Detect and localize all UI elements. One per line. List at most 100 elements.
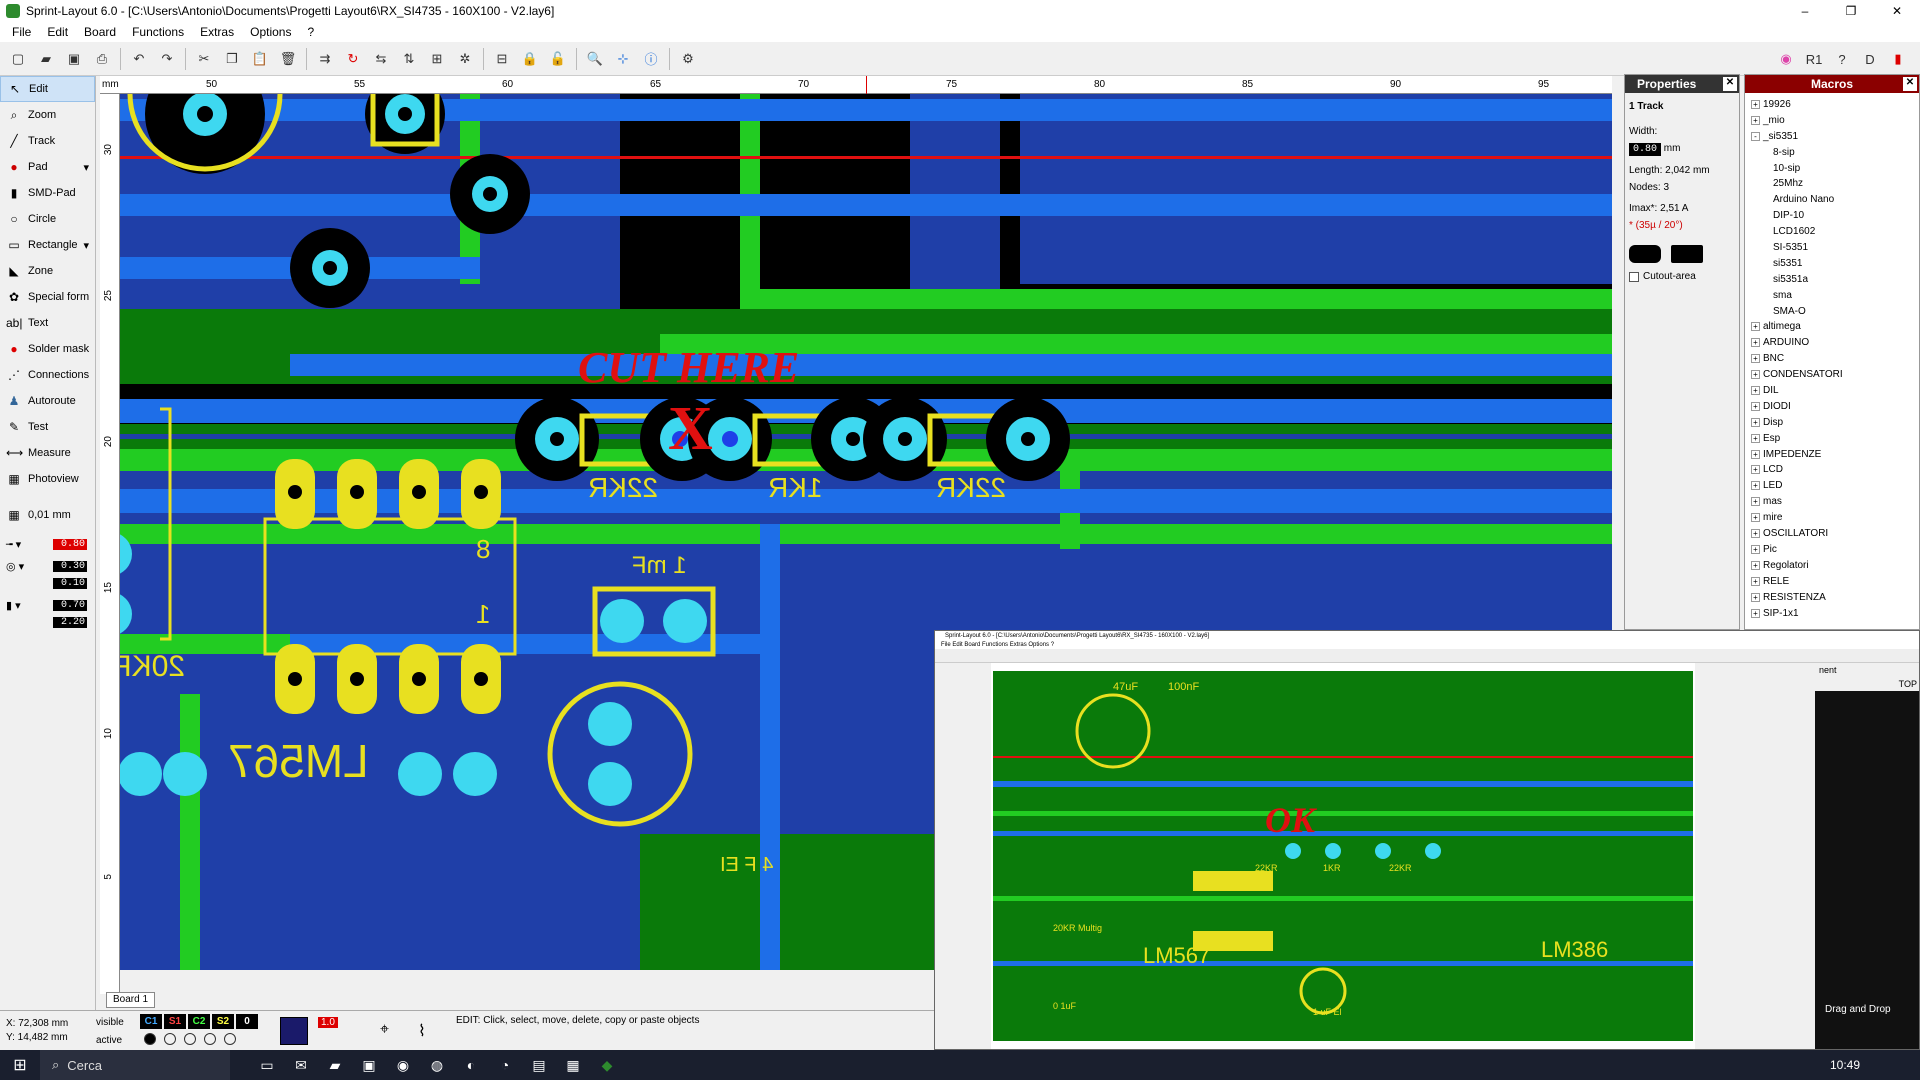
macro-item[interactable]: + DIL xyxy=(1751,383,1919,399)
round-end-button[interactable] xyxy=(1629,245,1661,263)
macro-item[interactable]: + LCD xyxy=(1751,462,1919,478)
layer-c1-button[interactable]: C1 xyxy=(140,1014,162,1029)
macro-item[interactable]: LCD1602 xyxy=(1751,224,1919,240)
expand-icon[interactable]: + xyxy=(1751,338,1760,348)
expand-icon[interactable]: + xyxy=(1751,465,1760,475)
crosshair-icon[interactable]: ⌖ xyxy=(380,1021,389,1039)
zoom-icon[interactable]: 🔍 xyxy=(584,48,606,70)
expand-icon[interactable]: + xyxy=(1751,115,1760,125)
macro-item[interactable]: 10-sip xyxy=(1751,161,1919,177)
mail-app-icon[interactable]: ✉ xyxy=(284,1057,318,1074)
macro-item[interactable]: + DIODI xyxy=(1751,399,1919,415)
expand-icon[interactable]: + xyxy=(1751,513,1760,523)
tool-zone[interactable]: ◣ Zone xyxy=(0,258,95,284)
sprint-layout-taskbar-icon[interactable]: ◆ xyxy=(590,1057,624,1074)
macro-item[interactable]: sma xyxy=(1751,288,1919,304)
macro-item[interactable]: + Esp xyxy=(1751,431,1919,447)
macro-item[interactable]: + RESISTENZA xyxy=(1751,590,1919,606)
macro-item[interactable]: Arduino Nano xyxy=(1751,192,1919,208)
tool-special-form[interactable]: ✿ Special form xyxy=(0,284,95,310)
macro-item[interactable]: +19926 xyxy=(1751,97,1919,113)
minimize-button[interactable]: – xyxy=(1782,0,1828,22)
layer-s2-button[interactable]: S2 xyxy=(212,1014,234,1029)
close-icon[interactable]: ✕ xyxy=(1723,77,1737,91)
expand-icon[interactable]: + xyxy=(1751,544,1760,554)
zoom-value[interactable]: 1.0 xyxy=(318,1017,338,1028)
r1-icon[interactable]: R1 xyxy=(1803,48,1825,70)
macro-item[interactable]: + Regolatori xyxy=(1751,558,1919,574)
tool-solder-mask[interactable]: ● Solder mask xyxy=(0,336,95,362)
expand-icon[interactable]: + xyxy=(1751,497,1760,507)
smd-w-value[interactable]: 0.70 xyxy=(53,599,87,611)
track-width-value[interactable]: 0.80 xyxy=(53,538,87,550)
expand-icon[interactable]: + xyxy=(1751,401,1760,411)
layer-o-button[interactable]: 0 xyxy=(236,1014,258,1029)
rotate-icon[interactable]: ↻ xyxy=(342,48,364,70)
duplicate-icon[interactable]: ⇉ xyxy=(314,48,336,70)
macro-item[interactable]: + altimega xyxy=(1751,319,1919,335)
menu-file[interactable]: File xyxy=(4,25,39,39)
taskbar-search[interactable]: ⌕ Cerca xyxy=(40,1050,230,1080)
close-button[interactable]: ✕ xyxy=(1874,0,1920,22)
smd-h-value[interactable]: 2.20 xyxy=(53,616,87,628)
mirror-horizontal-icon[interactable]: ⇆ xyxy=(370,48,392,70)
cut-icon[interactable]: ✂ xyxy=(193,48,215,70)
settings-gear-icon[interactable]: ⚙ xyxy=(677,48,699,70)
expand-icon[interactable]: + xyxy=(1751,417,1760,427)
align-icon[interactable]: ⊞ xyxy=(426,48,448,70)
macro-item[interactable]: 25Mhz xyxy=(1751,176,1919,192)
expand-icon[interactable]: + xyxy=(1751,608,1760,618)
delete-icon[interactable]: 🗑 xyxy=(277,48,299,70)
redo-icon[interactable]: ↷ xyxy=(156,48,178,70)
macro-item[interactable]: + mas xyxy=(1751,494,1919,510)
grid-setting[interactable]: ▦ 0,01 mm xyxy=(0,502,95,528)
tool-measure[interactable]: ⟷ Measure xyxy=(0,440,95,466)
macro-item[interactable]: + Pic xyxy=(1751,542,1919,558)
macro-item[interactable]: SI-5351 xyxy=(1751,240,1919,256)
solder-icon[interactable]: ◉ xyxy=(1775,48,1797,70)
expand-icon[interactable]: + xyxy=(1751,370,1760,380)
macro-toggle-icon[interactable]: ▮ xyxy=(1887,48,1909,70)
macro-item[interactable]: + IMPEDENZE xyxy=(1751,447,1919,463)
expand-icon[interactable]: + xyxy=(1751,560,1760,570)
board-tab[interactable]: Board 1 xyxy=(106,992,156,1008)
copy-icon[interactable]: ❐ xyxy=(221,48,243,70)
task-view-icon[interactable]: ▭ xyxy=(250,1057,284,1074)
firefox-icon[interactable]: ◔ xyxy=(488,1057,522,1074)
store-app-icon[interactable]: ▣ xyxy=(352,1057,386,1074)
expand-icon[interactable]: + xyxy=(1751,529,1760,539)
windows-start-icon[interactable]: ⊞ xyxy=(0,1055,40,1075)
tool-connections[interactable]: ⋰ Connections xyxy=(0,362,95,388)
maximize-button[interactable]: ❐ xyxy=(1828,0,1874,22)
paste-icon[interactable]: 📋 xyxy=(249,48,271,70)
macro-item[interactable]: + LED xyxy=(1751,478,1919,494)
radio-o[interactable] xyxy=(224,1033,236,1045)
layer-c2-button[interactable]: C2 xyxy=(188,1014,210,1029)
close-icon[interactable]: ✕ xyxy=(1903,77,1917,91)
ground-plane-icon[interactable] xyxy=(280,1017,308,1045)
expand-icon[interactable]: + xyxy=(1751,449,1760,459)
group-icon[interactable]: ✲ xyxy=(454,48,476,70)
expand-icon[interactable]: + xyxy=(1751,386,1760,396)
radio-c2[interactable] xyxy=(184,1033,196,1045)
tool-rectangle[interactable]: ▭ Rectangle ▾ xyxy=(0,232,95,258)
radio-s2[interactable] xyxy=(204,1033,216,1045)
open-folder-icon[interactable]: ▰ xyxy=(35,48,57,70)
macro-item[interactable]: 8-sip xyxy=(1751,145,1919,161)
tool-photoview[interactable]: ▦ Photoview xyxy=(0,466,95,492)
expand-icon[interactable]: + xyxy=(1751,433,1760,443)
menu-help[interactable]: ? xyxy=(299,25,322,39)
menu-extras[interactable]: Extras xyxy=(192,25,242,39)
print-icon[interactable]: ⎙ xyxy=(91,48,113,70)
tool-zoom[interactable]: ⌕ Zoom xyxy=(0,102,95,128)
expand-icon[interactable]: + xyxy=(1751,481,1760,491)
tool-edit[interactable]: ↖ Edit xyxy=(0,76,95,102)
macro-item[interactable]: + Disp xyxy=(1751,415,1919,431)
square-end-button[interactable] xyxy=(1671,245,1703,263)
teams-app-icon[interactable]: ▤ xyxy=(522,1057,556,1074)
save-icon[interactable]: ▣ xyxy=(63,48,85,70)
info-icon[interactable]: ⓘ xyxy=(640,48,662,70)
layer-s1-button[interactable]: S1 xyxy=(164,1014,186,1029)
macro-item[interactable]: + ARDUINO xyxy=(1751,335,1919,351)
collapse-icon[interactable]: - xyxy=(1751,131,1760,141)
